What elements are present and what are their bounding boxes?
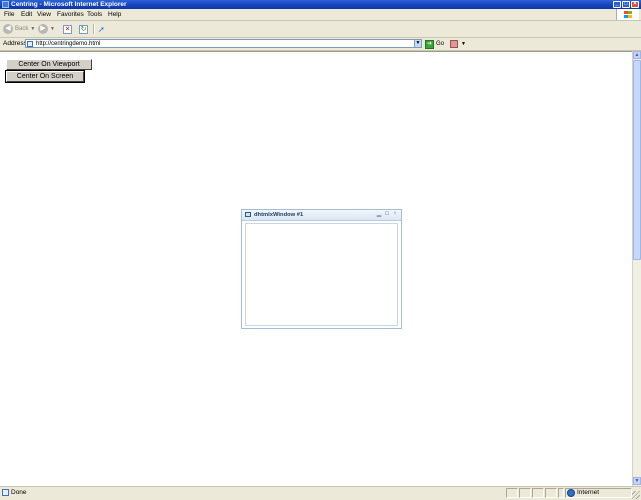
select-tool-button[interactable]: ➚ (98, 23, 107, 35)
status-text: Done (11, 489, 27, 496)
close-button[interactable]: × (631, 1, 639, 8)
address-label: Address (3, 40, 27, 47)
status-panel (519, 488, 531, 498)
menu-view[interactable]: View (37, 11, 51, 18)
dhtmlx-minimize-icon[interactable]: ▁ (376, 211, 382, 218)
forward-arrow-icon: ▶ (38, 24, 48, 34)
status-panel (532, 488, 544, 498)
window-controls: _ □ × (613, 0, 639, 9)
dhtmlx-window-body (245, 223, 398, 326)
window-icon (245, 212, 251, 217)
menu-file[interactable]: File (4, 11, 14, 18)
back-arrow-icon: ◀ (3, 24, 13, 34)
stop-button[interactable]: × (63, 23, 72, 35)
scroll-down-icon[interactable]: ▼ (633, 477, 641, 485)
zone-label: Internet (577, 489, 600, 496)
stop-icon: × (63, 24, 72, 34)
cursor-select-icon: ➚ (98, 24, 105, 34)
norton-toolbar-button[interactable]: ▼ (450, 39, 466, 49)
scroll-up-icon[interactable]: ▲ (633, 51, 641, 59)
go-label: Go (436, 41, 445, 47)
address-url: http://centringdemo.html (36, 41, 101, 47)
menu-favorites[interactable]: Favorites (57, 11, 84, 18)
dhtmlx-window[interactable]: dhtmlxWindow #1 ▁ □ × (241, 209, 402, 329)
window-titlebar[interactable]: Centring - Microsoft Internet Explorer _… (0, 0, 641, 9)
center-on-viewport-button[interactable]: Center On Viewport (6, 59, 92, 70)
minimize-button[interactable]: _ (613, 1, 621, 8)
menu-help[interactable]: Help (108, 11, 121, 18)
menu-bar: File Edit View Favorites Tools Help (0, 9, 641, 21)
internet-zone-icon (567, 489, 575, 497)
vertical-scrollbar[interactable]: ▲ ▼ (632, 51, 641, 486)
standard-toolbar: ◀ Back ▼ ▶ ▼ × ↻ ➚ (0, 21, 641, 38)
address-dropdown-button[interactable]: ▼ (414, 39, 422, 48)
dhtmlx-window-title: dhtmlxWindow #1 (254, 212, 304, 218)
back-dropdown-icon[interactable]: ▼ (30, 26, 35, 32)
menu-tools[interactable]: Tools (87, 11, 102, 18)
norton-icon (450, 40, 458, 48)
windows-logo (616, 9, 639, 20)
forward-button[interactable]: ▶ ▼ (38, 23, 55, 35)
dhtmlx-close-icon[interactable]: × (392, 211, 398, 218)
resize-grip-icon[interactable] (632, 491, 640, 499)
address-input[interactable]: http://centringdemo.html (25, 39, 421, 48)
toolbar-separator (93, 24, 95, 34)
back-label: Back (15, 26, 29, 32)
status-panel (558, 488, 564, 498)
go-arrow-icon: ➜ (425, 39, 434, 49)
status-bar: Done Internet (0, 486, 641, 500)
refresh-icon: ↻ (79, 24, 88, 34)
menu-edit[interactable]: Edit (21, 11, 32, 18)
windows-flag-icon (624, 11, 632, 18)
status-panel (545, 488, 557, 498)
go-button[interactable]: ➜ Go (425, 39, 444, 49)
status-panel (506, 488, 518, 498)
scroll-thumb[interactable] (633, 60, 641, 260)
ie-app-icon (2, 1, 9, 8)
page-icon (27, 41, 33, 47)
forward-dropdown-icon[interactable]: ▼ (50, 26, 55, 32)
window-title: Centring - Microsoft Internet Explorer (11, 1, 127, 8)
dhtmlx-window-header[interactable]: dhtmlxWindow #1 ▁ □ × (242, 210, 401, 221)
address-bar: Address http://centringdemo.html ▼ ➜ Go … (0, 38, 641, 51)
center-on-screen-button[interactable]: Center On Screen (5, 70, 85, 83)
page-done-icon (2, 489, 9, 496)
norton-dropdown-icon[interactable]: ▼ (461, 41, 466, 47)
back-button[interactable]: ◀ Back ▼ (3, 23, 35, 35)
refresh-button[interactable]: ↻ (79, 23, 88, 35)
maximize-button[interactable]: □ (622, 1, 630, 8)
dhtmlx-maximize-icon[interactable]: □ (384, 211, 390, 218)
